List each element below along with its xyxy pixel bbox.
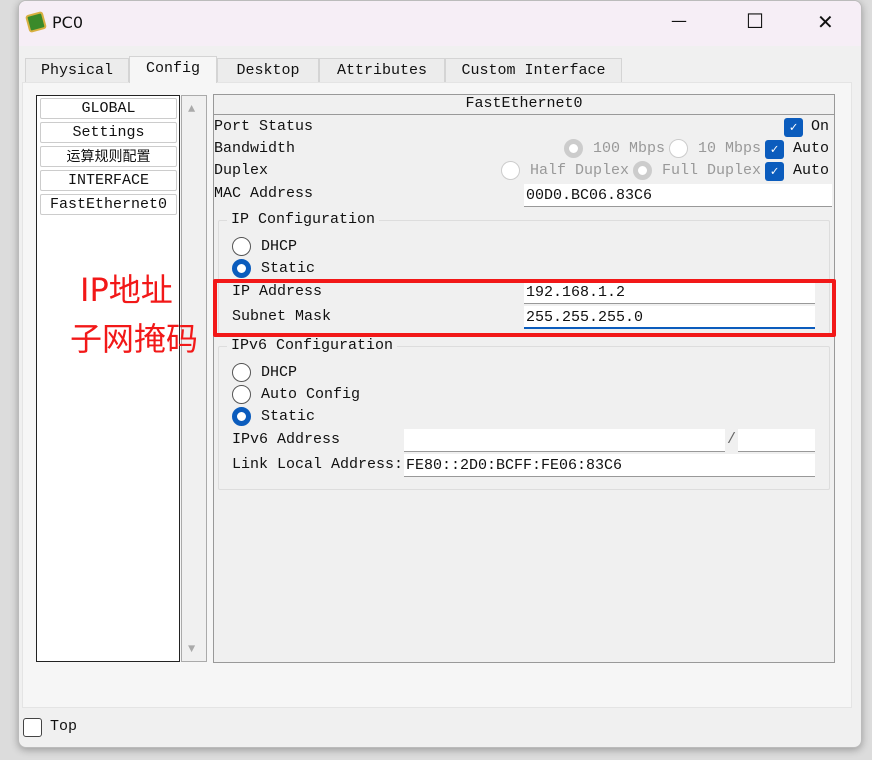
link-local-address-label: Link Local Address: <box>232 456 404 473</box>
duplex-full-radio <box>633 161 652 180</box>
bandwidth-100-label: 100 Mbps <box>593 140 666 157</box>
bandwidth-10-radio <box>669 139 688 158</box>
ip-static-radio[interactable] <box>232 259 251 278</box>
ipv6-prefix-slash: / <box>727 431 737 448</box>
sidebar-item-algorithm-settings[interactable]: 运算规则配置 <box>40 146 177 167</box>
duplex-full-label: Full Duplex <box>662 162 762 179</box>
ip-dhcp-label: DHCP <box>261 238 298 255</box>
ipv6-address-input[interactable] <box>404 429 725 452</box>
bandwidth-auto-label: Auto <box>793 140 830 157</box>
maximize-button[interactable]: ☐ <box>746 9 764 33</box>
ipv6-prefix-input[interactable] <box>738 429 815 452</box>
ipv6-address-label: IPv6 Address <box>232 431 341 448</box>
ipv6-configuration-legend: IPv6 Configuration <box>227 337 398 355</box>
scroll-down-icon[interactable]: ▼ <box>188 642 195 656</box>
annotation-ip-address: IP地址 <box>80 271 173 309</box>
duplex-auto-checkbox[interactable]: ✓ <box>765 162 784 181</box>
mac-address-input[interactable]: 00D0.BC06.83C6 <box>524 184 832 207</box>
ipv6-auto-config-label: Auto Config <box>261 386 361 403</box>
scroll-up-icon[interactable]: ▲ <box>188 102 195 116</box>
ipv6-static-label: Static <box>261 408 316 425</box>
ip-configuration-legend: IP Configuration <box>227 211 380 229</box>
top-label: Top <box>50 718 78 735</box>
interface-title: FastEthernet0 <box>214 95 834 115</box>
tab-custom-interface[interactable]: Custom Interface <box>445 58 622 82</box>
mac-address-label: MAC Address <box>214 185 314 202</box>
packet-tracer-pc-icon <box>24 10 48 34</box>
tab-attributes[interactable]: Attributes <box>319 58 445 82</box>
ipv6-auto-config-radio[interactable] <box>232 385 251 404</box>
ipv6-dhcp-label: DHCP <box>261 364 298 381</box>
ipv6-dhcp-radio[interactable] <box>232 363 251 382</box>
duplex-half-radio <box>501 161 520 180</box>
duplex-auto-label: Auto <box>793 162 830 179</box>
link-local-address-input[interactable]: FE80::2D0:BCFF:FE06:83C6 <box>404 454 815 477</box>
top-checkbox[interactable] <box>23 718 42 737</box>
tab-config[interactable]: Config <box>129 56 217 83</box>
port-status-on-label: On <box>811 118 830 135</box>
window-title: PC0 <box>52 13 83 32</box>
ipv6-static-radio[interactable] <box>232 407 251 426</box>
tab-desktop[interactable]: Desktop <box>217 58 319 82</box>
bandwidth-100-radio <box>564 139 583 158</box>
bandwidth-auto-checkbox[interactable]: ✓ <box>765 140 784 159</box>
duplex-half-label: Half Duplex <box>530 162 630 179</box>
port-status-checkbox[interactable]: ✓ <box>784 118 803 137</box>
sidebar-scrollbar[interactable]: ▲ ▼ <box>181 95 207 662</box>
minimize-button[interactable]: — <box>671 11 687 30</box>
bandwidth-10-label: 10 Mbps <box>698 140 762 157</box>
duplex-label: Duplex <box>214 162 269 179</box>
annotation-subnet-mask: 子网掩码 <box>70 320 199 358</box>
tab-physical[interactable]: Physical <box>25 58 129 82</box>
bandwidth-label: Bandwidth <box>214 140 296 157</box>
ip-static-label: Static <box>261 260 316 277</box>
close-button[interactable]: ✕ <box>817 10 834 34</box>
sidebar-item-interface[interactable]: INTERFACE <box>40 170 177 191</box>
sidebar-item-settings[interactable]: Settings <box>40 122 177 143</box>
highlight-box <box>213 279 836 337</box>
port-status-label: Port Status <box>214 118 314 135</box>
sidebar-list: GLOBAL Settings 运算规则配置 INTERFACE FastEth… <box>36 95 180 662</box>
sidebar-item-global[interactable]: GLOBAL <box>40 98 177 119</box>
title-bar: PC0 — ☐ ✕ <box>19 1 861 46</box>
ip-dhcp-radio[interactable] <box>232 237 251 256</box>
sidebar-item-fastethernet0[interactable]: FastEthernet0 <box>40 194 177 215</box>
